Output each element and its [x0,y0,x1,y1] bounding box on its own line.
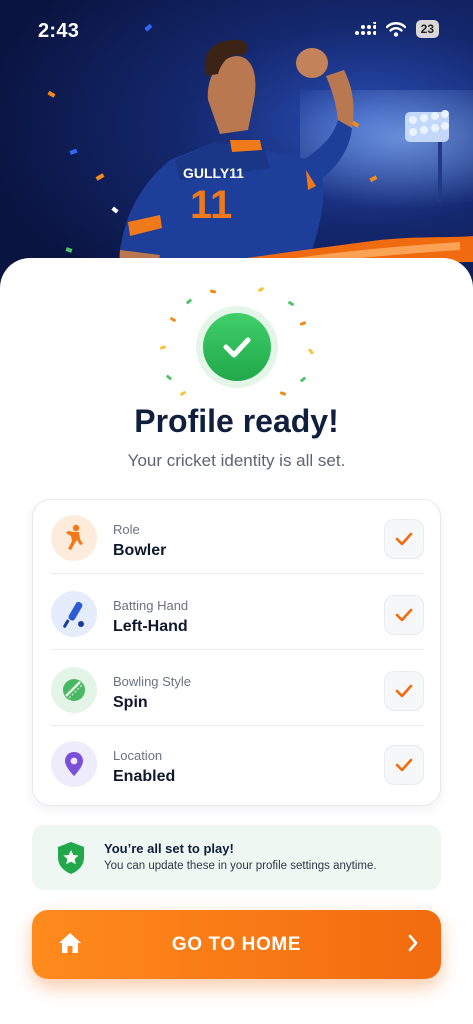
confetti [307,348,315,355]
notice-title: You’re all set to play! [104,841,234,856]
shield-star-icon [56,841,86,880]
check-icon [384,595,424,635]
check-icon [384,519,424,559]
confetti [279,391,287,396]
check-icon [384,745,424,785]
divider [51,573,424,574]
info-notice: You’re all set to play! You can update t… [32,825,441,890]
confetti [179,390,187,397]
success-circle [196,306,278,388]
confetti [257,286,265,293]
go-to-home-label: GO TO HOME [171,934,302,955]
status-bar: 2:43 23 [0,0,473,56]
jersey-number: 11 [190,183,232,227]
item-label: Bowling Style [113,674,192,689]
checkmark-icon [203,313,271,381]
cricket-ball-icon [51,667,97,713]
status-time: 2:43 [38,20,80,42]
item-label: Batting Hand [113,598,189,613]
go-to-home-button[interactable]: GO TO HOME [32,910,441,979]
status-icons: 23 [354,20,439,38]
profile-summary-list: Role Bowler Batting Hand Left-Hand Bowli… [32,499,441,806]
jersey-name: GULLY11 [183,165,244,181]
chevron-right-icon [407,933,419,958]
page-subtitle: Your cricket identity is all set. [127,451,346,470]
confetti [159,345,167,350]
page-title: Profile ready! [134,403,339,439]
profile-ready-card: Profile ready! Your cricket identity is … [0,258,473,1024]
item-value: Enabled [113,768,176,785]
list-item-location: Location Enabled [33,726,442,800]
check-icon [384,671,424,711]
wifi-icon [385,21,406,37]
confetti [169,316,177,323]
item-label: Location [113,748,163,763]
item-label: Role [113,522,140,537]
confetti [299,376,307,383]
confetti [299,321,307,326]
confetti [165,374,173,381]
location-pin-icon [51,741,97,787]
bowler-icon [51,515,97,561]
cricket-bat-icon [51,591,97,637]
item-value: Spin [113,694,148,711]
confetti [287,300,295,307]
list-item-bowling-style: Bowling Style Spin [33,652,442,726]
list-item-batting-hand: Batting Hand Left-Hand [33,576,442,650]
notice-text: You can update these in your profile set… [104,860,377,872]
signal-icon [354,22,376,35]
item-value: Left-Hand [113,618,188,635]
battery-indicator: 23 [415,20,439,38]
confetti [209,289,217,294]
success-badge [150,286,322,408]
confetti [185,298,193,305]
divider [51,649,424,650]
list-item-role: Role Bowler [33,500,442,574]
item-value: Bowler [113,542,167,559]
